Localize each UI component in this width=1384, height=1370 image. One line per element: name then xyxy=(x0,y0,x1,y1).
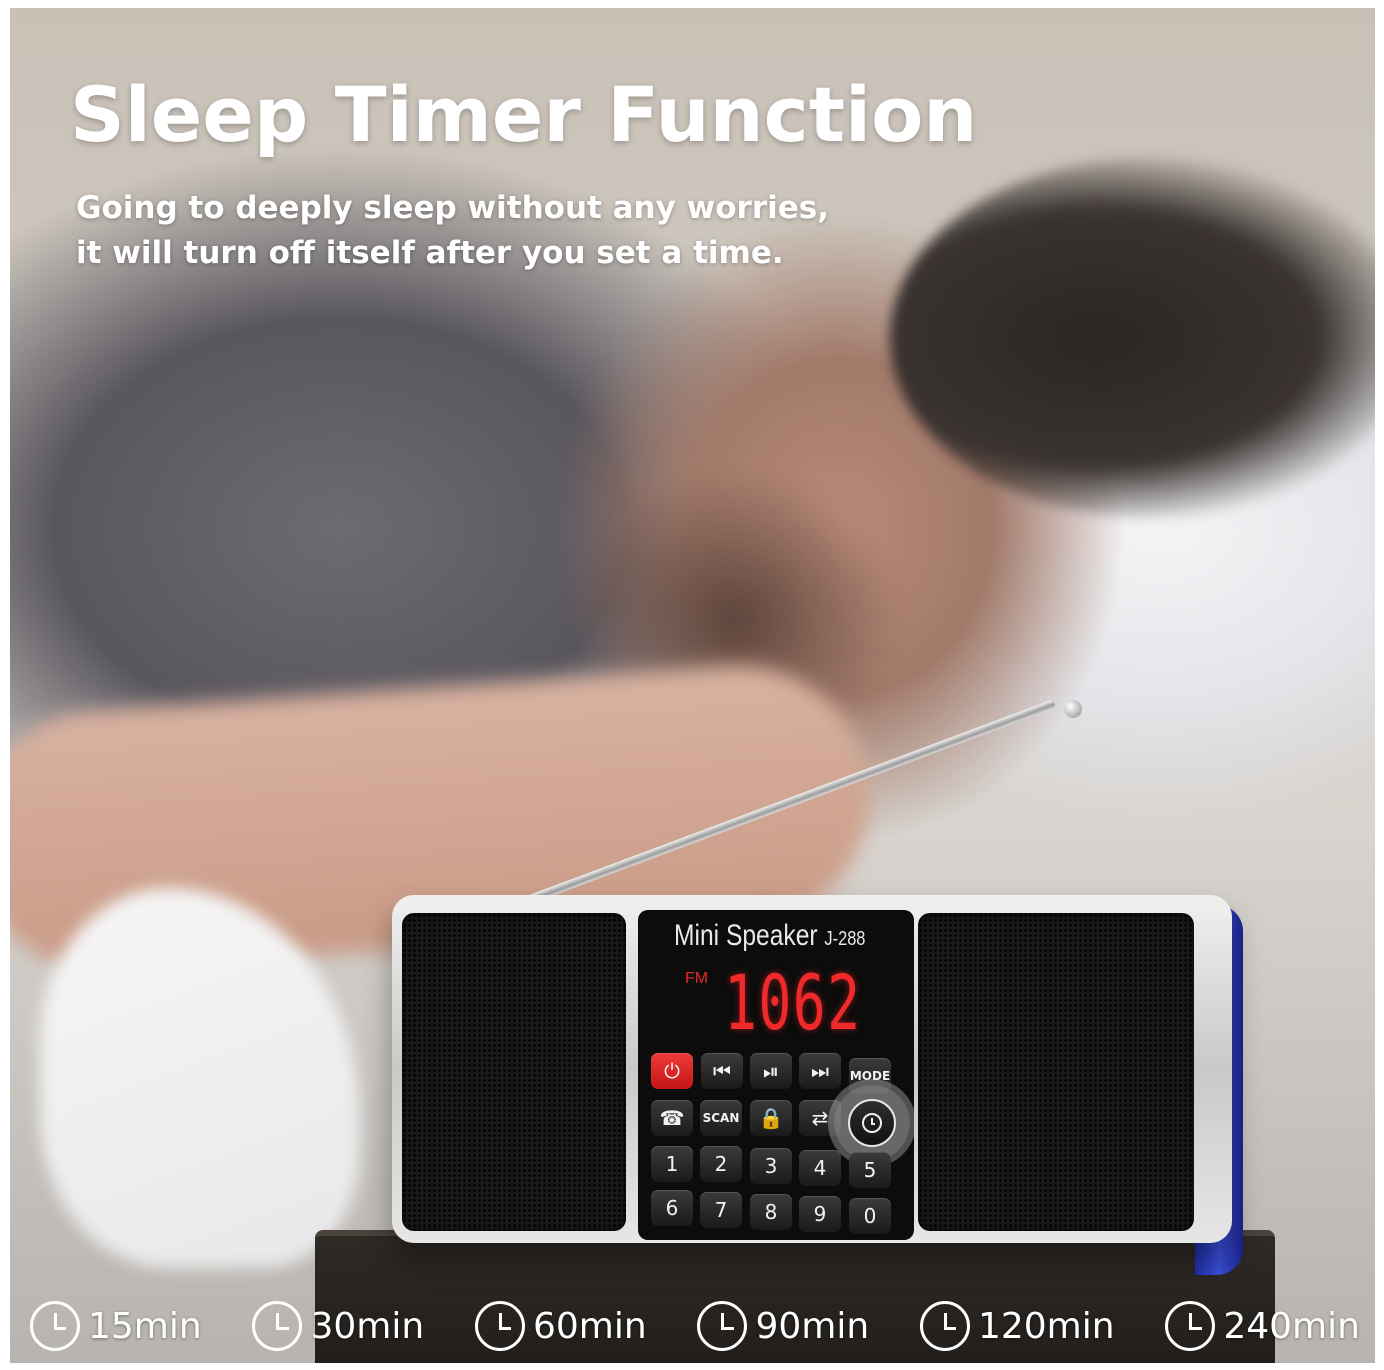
frequency-display: 1062 xyxy=(724,958,862,1047)
duration-90: 90min xyxy=(697,1301,869,1351)
lock-key: 🔒 xyxy=(750,1100,792,1136)
digit-key-0: 0 xyxy=(849,1198,891,1234)
duration-label: 90min xyxy=(755,1305,870,1347)
next-key: ⏭ xyxy=(799,1053,841,1089)
clock-icon xyxy=(252,1301,303,1351)
digit-key-3: 3 xyxy=(750,1148,792,1184)
scan-key: SCAN xyxy=(700,1100,742,1136)
clock-icon xyxy=(474,1301,525,1351)
duration-label: 60min xyxy=(532,1305,647,1347)
digit-key-6: 6 xyxy=(651,1190,693,1226)
antenna-tip xyxy=(1064,700,1082,718)
subtext-line-2: it will turn off itself after you set a … xyxy=(76,235,784,271)
duration-label: 240min xyxy=(1223,1305,1360,1347)
brand-name: Mini Speaker xyxy=(674,919,818,952)
digit-key-7: 7 xyxy=(700,1192,742,1228)
sleeping-man-hair xyxy=(890,158,1375,518)
timer-key xyxy=(848,1099,896,1147)
digit-key-5: 5 xyxy=(849,1152,891,1188)
subtext-line-1: Going to deeply sleep without any worrie… xyxy=(76,190,830,226)
clock-icon xyxy=(697,1301,748,1351)
duration-15: 15min xyxy=(30,1301,202,1351)
band-label: FM xyxy=(685,970,709,987)
duration-60: 60min xyxy=(474,1301,647,1351)
duration-label: 15min xyxy=(88,1305,202,1347)
clock-icon xyxy=(919,1301,970,1351)
digit-key-9: 9 xyxy=(799,1196,841,1232)
digit-key-4: 4 xyxy=(799,1150,841,1186)
subtext: Going to deeply sleep without any worrie… xyxy=(76,186,829,276)
duration-label: 120min xyxy=(977,1305,1115,1347)
speaker-grille-right xyxy=(918,913,1194,1231)
clock-icon xyxy=(1165,1301,1216,1351)
previous-key: ⏮ xyxy=(701,1053,743,1089)
duration-240: 240min xyxy=(1165,1301,1360,1351)
duration-30: 30min xyxy=(252,1301,424,1351)
digit-key-8: 8 xyxy=(750,1194,792,1230)
clock-icon xyxy=(862,1113,882,1133)
model-number: J-288 xyxy=(824,928,866,950)
timer-durations: 15min 30min 60min 90min 120min 240min xyxy=(30,1298,1360,1354)
phone-key: ☎ xyxy=(651,1100,693,1136)
radio-brand: Mini Speaker J-288 xyxy=(674,919,865,953)
headline: Sleep Timer Function xyxy=(70,70,978,159)
duration-label: 30min xyxy=(310,1305,425,1347)
digit-key-2: 2 xyxy=(700,1146,742,1182)
power-key: ⏻ xyxy=(651,1053,693,1089)
duration-120: 120min xyxy=(919,1301,1115,1351)
speaker-grille-left xyxy=(402,913,626,1231)
clock-icon xyxy=(30,1301,80,1351)
play-pause-key: ⏯ xyxy=(750,1053,792,1089)
digit-key-1: 1 xyxy=(651,1146,693,1182)
